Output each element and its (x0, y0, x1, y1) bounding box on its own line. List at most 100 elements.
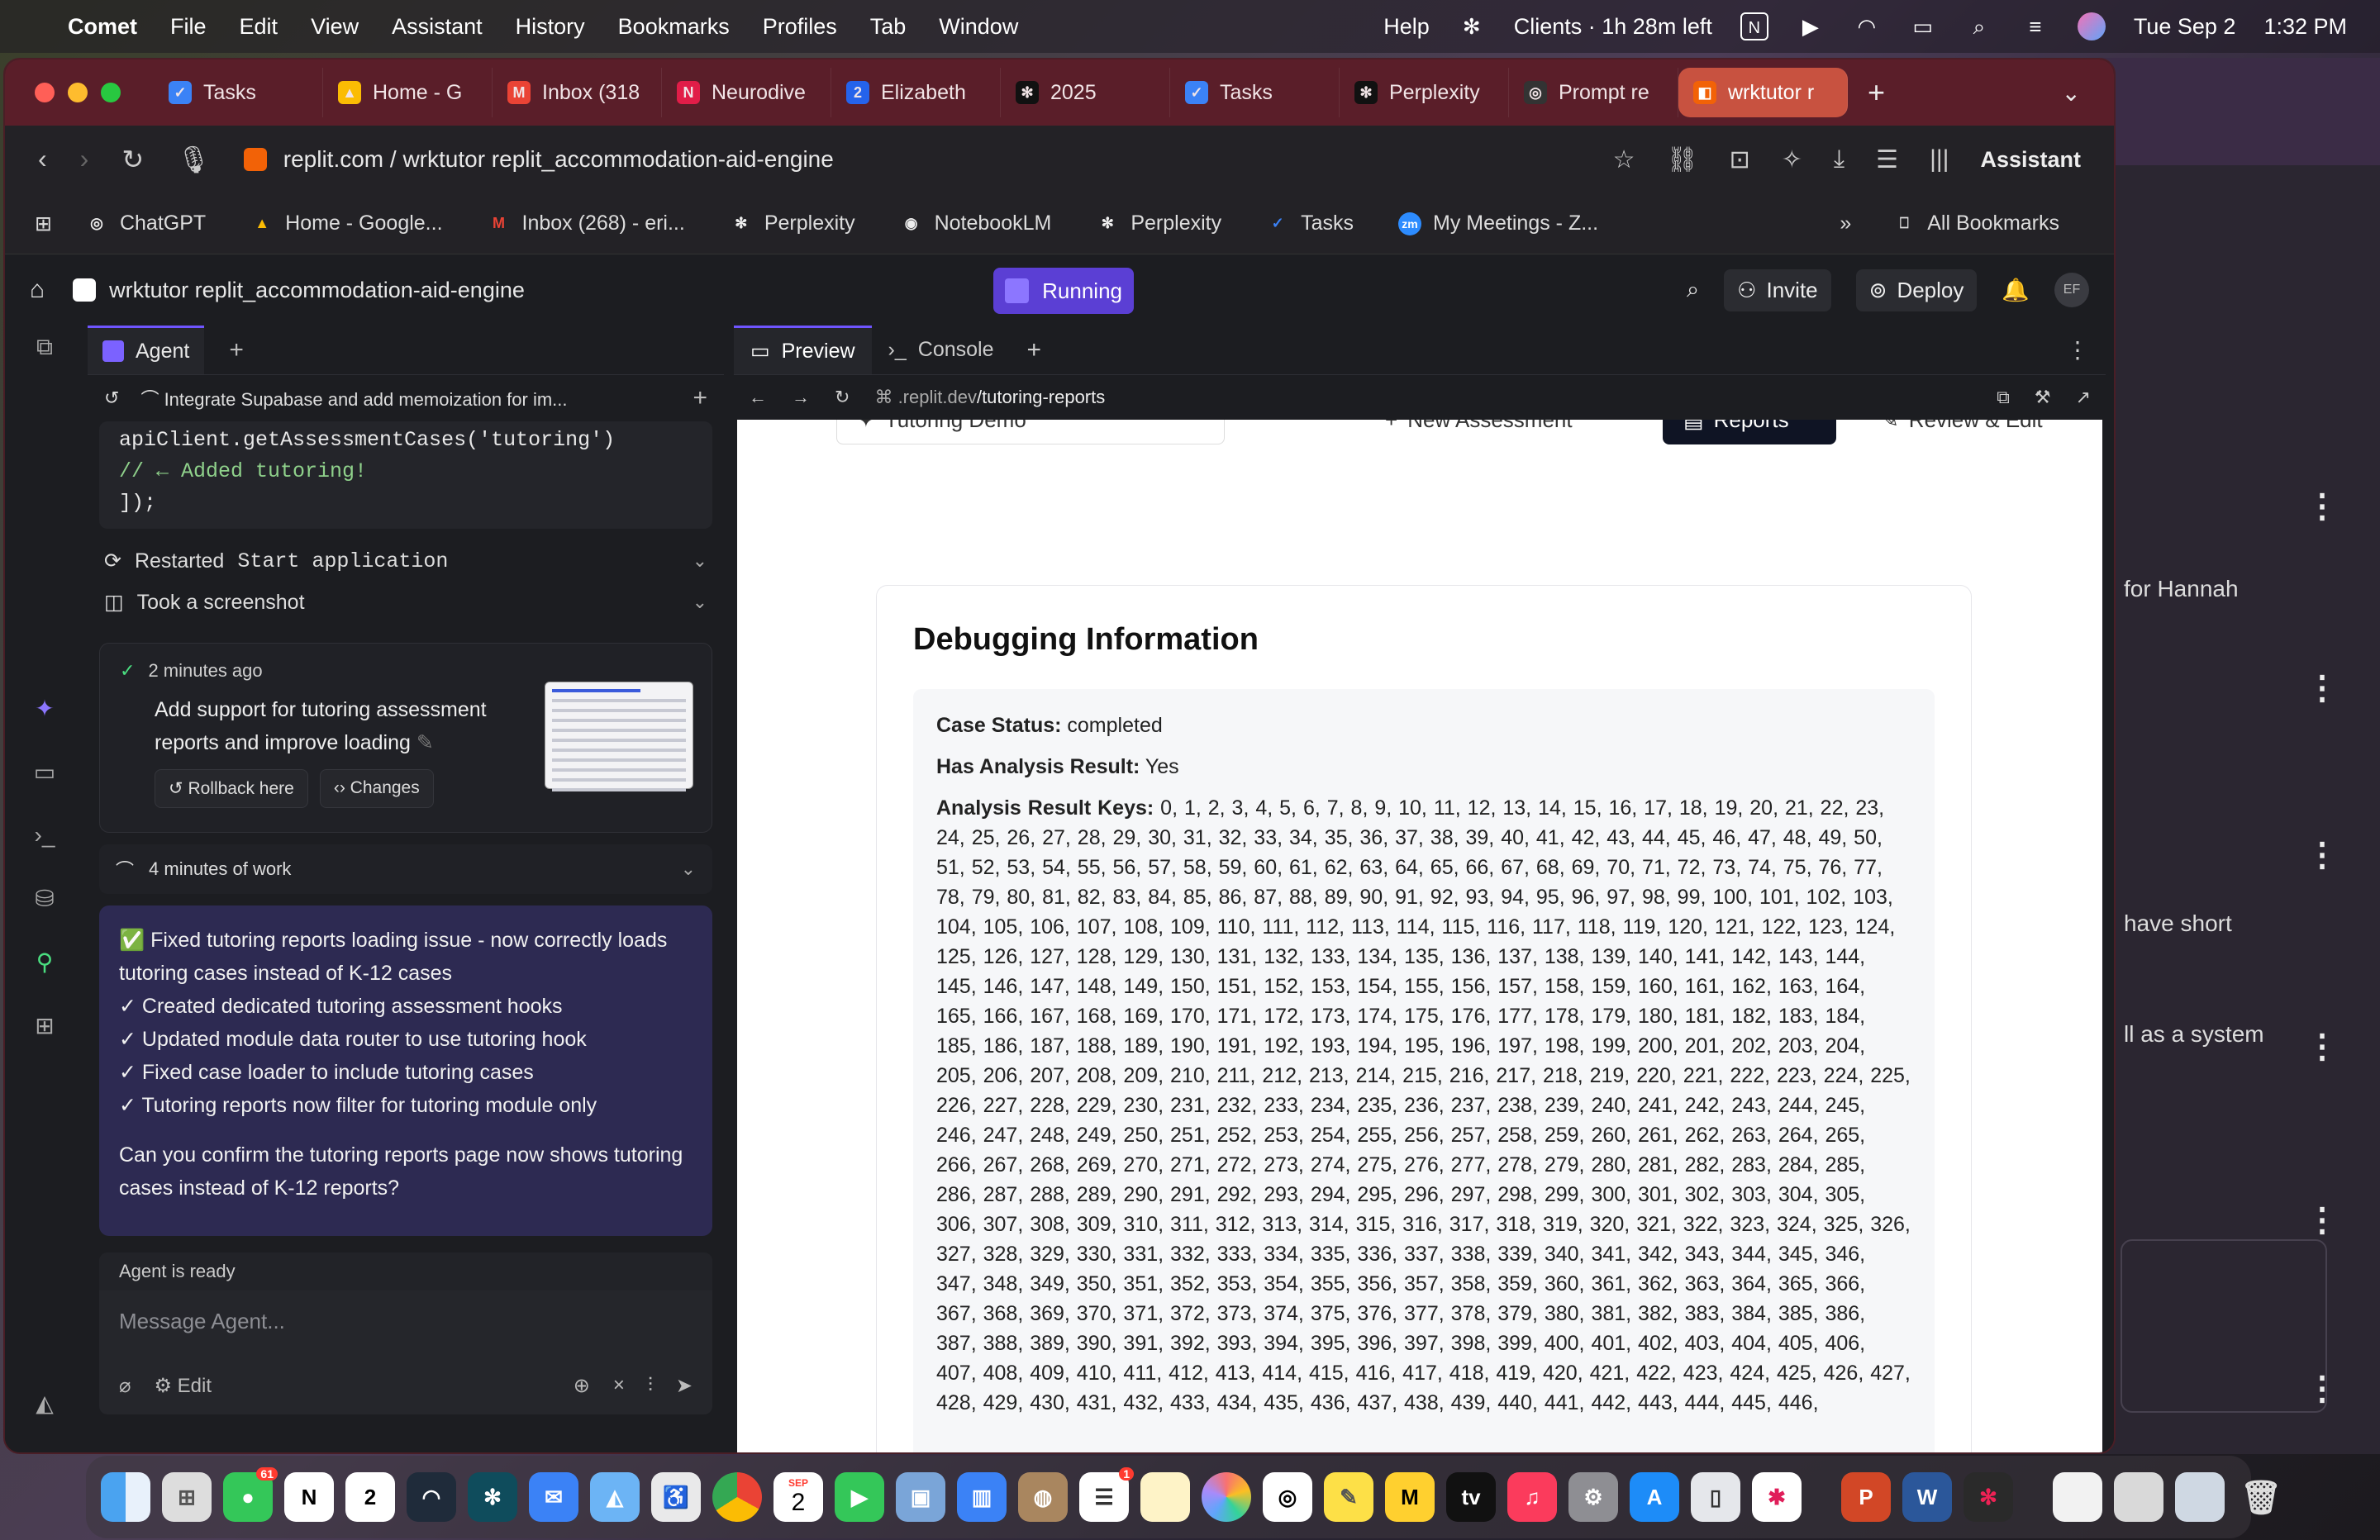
siri-icon[interactable] (2077, 12, 2106, 40)
menu-help[interactable]: Help (1383, 14, 1430, 40)
menu-window[interactable]: Window (939, 14, 1018, 40)
messages-icon[interactable]: ● 61 (223, 1467, 278, 1522)
browser-tab[interactable]: N Neurodive (662, 68, 831, 117)
address-text[interactable]: replit.com / wrktutor replit_accommodati… (283, 146, 834, 173)
minimize-window-button[interactable] (68, 83, 88, 102)
tab-overflow-chevron-icon[interactable]: ⌄ (2062, 79, 2081, 107)
browser-tab[interactable]: 2 Elizabeth (831, 68, 1001, 117)
reload-icon[interactable]: ↻ (121, 144, 144, 175)
calendar-icon[interactable]: SEP 2 (774, 1472, 823, 1522)
changes-button[interactable]: ‹› Changes (319, 769, 434, 808)
bookmark-item[interactable]: ◉ NotebookLM (900, 212, 1052, 235)
word-icon[interactable]: W (1902, 1472, 1952, 1522)
browser-tab[interactable]: ▲ Home - G (323, 68, 493, 117)
forward-icon[interactable]: › (80, 144, 89, 175)
notes-icon[interactable] (1140, 1472, 1190, 1522)
accessibility-icon[interactable]: ♿ (651, 1472, 701, 1522)
notifications-bell-icon[interactable]: 🔔 (2002, 277, 2030, 303)
web-search-icon[interactable]: ⊕ (574, 1374, 590, 1398)
close-icon[interactable]: × (613, 1374, 625, 1398)
edit-pencil-icon[interactable]: ✎ (416, 731, 434, 754)
chevron-down-icon[interactable]: ⌄ (693, 550, 707, 572)
reminders-icon[interactable]: ☰ 1 (1079, 1467, 1134, 1522)
slack-icon[interactable]: ✱ (1752, 1472, 1802, 1522)
app-store-icon[interactable]: A (1630, 1472, 1679, 1522)
miro-icon[interactable]: M (1385, 1472, 1435, 1522)
invite-button[interactable]: ⚇ Invite (1724, 269, 1831, 311)
bookmark-item[interactable]: ◎ ChatGPT (85, 212, 206, 235)
project-name-button[interactable]: wrktutor replit_accommodation-aid-engine (73, 278, 525, 303)
recent-window-thumbnail[interactable] (2114, 1472, 2163, 1522)
chrome-icon[interactable] (712, 1472, 762, 1522)
browser-tab[interactable]: ✓ Tasks (1170, 68, 1340, 117)
more-icon[interactable]: ⋮ (2306, 487, 2339, 525)
devtools-icon[interactable]: ⚒ (2035, 387, 2051, 408)
timer-status[interactable]: Clients · 1h 28m left (1514, 14, 1712, 40)
reload-icon[interactable]: ↻ (835, 387, 850, 408)
arc-icon[interactable]: ◠ (407, 1472, 456, 1522)
assistant-button[interactable]: Assistant (1980, 147, 2081, 173)
chevron-down-icon[interactable]: ⌄ (693, 592, 707, 613)
menu-tab[interactable]: Tab (870, 14, 907, 40)
music-icon[interactable]: ♫ (1507, 1472, 1557, 1522)
browser-tab[interactable]: ✻ 2025 (1001, 68, 1170, 117)
avatar[interactable]: EF (2054, 273, 2089, 307)
chevron-down-icon[interactable]: ⌄ (681, 858, 696, 880)
thread-title[interactable]: ⌒ Integrate Supabase and add memoization… (140, 385, 567, 411)
bookmark-item[interactable]: ✻ Perplexity (1096, 212, 1221, 235)
deploy-button[interactable]: ⊚ Deploy (1855, 269, 1978, 311)
perplexity-menu-icon[interactable]: ✻ (1458, 12, 1486, 40)
notion-menu-icon[interactable]: N (1740, 12, 1768, 40)
menu-profiles[interactable]: Profiles (763, 14, 837, 40)
edit-mode-button[interactable]: ⚙ Edit (154, 1374, 212, 1398)
wifi-icon[interactable]: ◠ (1853, 12, 1881, 40)
recent-window-thumbnail[interactable] (2053, 1472, 2102, 1522)
menu-view[interactable]: View (311, 14, 359, 40)
screenshot-icon[interactable]: ⊡ (1730, 145, 1750, 174)
tab-agent[interactable]: Agent (88, 326, 205, 374)
forward-icon[interactable]: → (792, 387, 810, 408)
new-thread-button[interactable]: + (693, 384, 707, 412)
bookmark-item[interactable]: zm My Meetings - Z... (1398, 212, 1598, 235)
action-restarted[interactable]: ⟳ Restarted Start application ⌄ (88, 540, 724, 582)
play-icon[interactable]: ▶ (1797, 12, 1825, 40)
preview-icon[interactable]: ▭ (34, 758, 55, 786)
attach-icon[interactable]: ⌀ (119, 1374, 131, 1398)
new-pane-button[interactable]: + (1027, 336, 1042, 364)
bookmark-item[interactable]: M Inbox (268) - eri... (488, 212, 685, 235)
screen-sharing-icon[interactable]: ▯ (1691, 1472, 1740, 1522)
secrets-icon[interactable]: ⚲ (36, 948, 54, 976)
perplexity-dock-icon[interactable]: ✻ (1963, 1472, 2013, 1522)
stickies-icon[interactable]: ✎ (1324, 1472, 1373, 1522)
notebook-icon[interactable]: ▥ (957, 1472, 1007, 1522)
agent-icon[interactable]: ✦ (35, 695, 54, 722)
bookmark-item[interactable]: ✻ Perplexity (730, 212, 854, 235)
message-input[interactable]: Message Agent... (119, 1309, 285, 1334)
mail-icon[interactable]: ✉ (529, 1472, 578, 1522)
feedback-icon[interactable]: ◭ (36, 1390, 54, 1417)
menu-bookmarks[interactable]: Bookmarks (618, 14, 730, 40)
control-center-icon[interactable]: ≡ (2021, 12, 2049, 40)
browser-tab[interactable]: ◎ Prompt re (1509, 68, 1678, 117)
browser-tab-active[interactable]: ◧ wrktutor r (1678, 68, 1848, 117)
back-icon[interactable]: ← (749, 387, 767, 408)
search-icon[interactable]: ⌕ (1687, 277, 1699, 303)
preview-app-icon[interactable]: ▣ (896, 1472, 945, 1522)
menu-date[interactable]: Tue Sep 2 (2134, 14, 2236, 40)
files-icon[interactable]: ⧉ (36, 334, 53, 361)
more-icon[interactable]: ⋮ (2306, 836, 2339, 874)
rollback-button[interactable]: ↺ Rollback here (155, 769, 308, 808)
trash-icon[interactable]: 🗑 (2236, 1472, 2286, 1522)
recent-window-thumbnail[interactable] (2175, 1472, 2225, 1522)
download-icon[interactable]: ⤓ (1834, 145, 1844, 173)
work-duration-row[interactable]: ⌒ 4 minutes of work ⌄ (99, 844, 712, 894)
nav-reports[interactable]: ▤ Reports (1663, 420, 1836, 444)
more-icon[interactable]: ⋮ (2306, 1028, 2339, 1066)
browser-tab[interactable]: M Inbox (318 (493, 68, 662, 117)
history-icon[interactable]: ↺ (104, 387, 119, 409)
system-settings-icon[interactable]: ⚙ (1568, 1472, 1618, 1522)
menu-assistant[interactable]: Assistant (392, 14, 483, 40)
shell-icon[interactable]: ›_ (35, 822, 55, 848)
new-pane-button[interactable]: + (229, 336, 244, 364)
open-external-icon[interactable]: ↗ (2076, 387, 2091, 408)
